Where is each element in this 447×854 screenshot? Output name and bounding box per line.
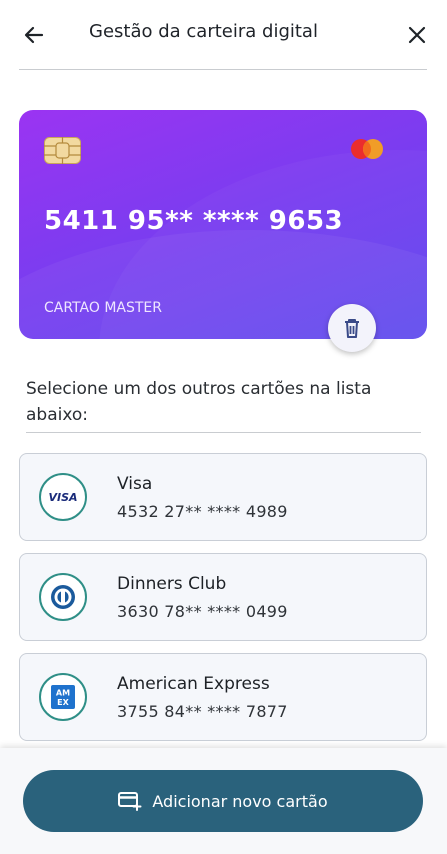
card-brand-name: American Express — [117, 674, 270, 694]
svg-text:AM: AM — [56, 689, 70, 698]
card-brand-name: Dinners Club — [117, 574, 227, 594]
svg-text:EX: EX — [57, 698, 69, 707]
card-list-item-visa[interactable]: VISA Visa 4532 27** **** 4989 — [19, 453, 427, 541]
app-header: Gestão da carteira digital — [0, 0, 447, 70]
card-holder-label: CARTAO MASTER — [44, 300, 162, 316]
page-title: Gestão da carteira digital — [89, 21, 318, 42]
footer-bar: Adicionar novo cartão — [0, 748, 447, 854]
card-number: 5411 95** **** 9653 — [44, 206, 344, 236]
arrow-left-icon — [24, 26, 44, 44]
add-card-button[interactable]: Adicionar novo cartão — [23, 770, 423, 832]
section-divider — [26, 432, 421, 433]
back-button[interactable] — [18, 19, 50, 51]
card-chip-icon — [44, 137, 81, 164]
card-list-item-diners[interactable]: Dinners Club 3630 78** **** 0499 — [19, 553, 427, 641]
add-card-button-label: Adicionar novo cartão — [152, 791, 328, 811]
amex-logo-icon: AM EX — [39, 673, 87, 721]
card-masked-number: 4532 27** **** 4989 — [117, 502, 288, 521]
diners-club-logo-graphic — [51, 585, 75, 609]
card-masked-number: 3755 84** **** 7877 — [117, 702, 288, 721]
diners-club-logo-icon — [39, 573, 87, 621]
card-list-item-amex[interactable]: AM EX American Express 3755 84** **** 78… — [19, 653, 427, 741]
close-button[interactable] — [401, 19, 433, 51]
card-masked-number: 3630 78** **** 0499 — [117, 602, 288, 621]
visa-logo-text: VISA — [48, 490, 78, 504]
instruction-text: Selecione um dos outros cartões na lista… — [26, 379, 372, 425]
visa-logo-icon: VISA — [39, 473, 87, 521]
selected-card: 5411 95** **** 9653 CARTAO MASTER — [19, 110, 427, 339]
close-icon — [408, 26, 426, 44]
trash-icon — [345, 319, 359, 338]
amex-logo-graphic: AM EX — [51, 685, 75, 709]
mastercard-logo-icon — [351, 139, 383, 159]
add-card-icon — [118, 792, 142, 811]
header-divider — [19, 69, 427, 70]
delete-card-button[interactable] — [328, 304, 376, 352]
card-brand-name: Visa — [117, 474, 153, 494]
